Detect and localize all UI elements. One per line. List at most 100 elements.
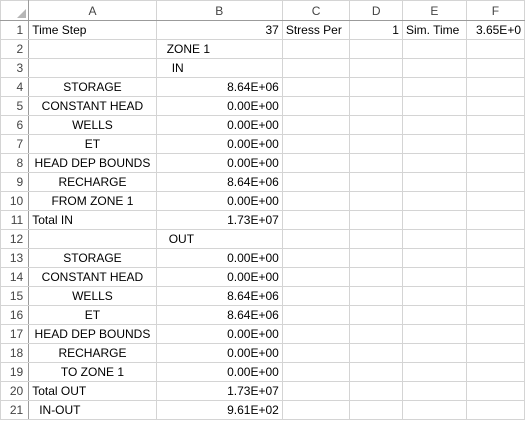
cell-e[interactable]: [401, 362, 467, 382]
cell-c[interactable]: [281, 400, 351, 420]
cell-a[interactable]: Time Step: [28, 20, 157, 40]
cell-b[interactable]: 0.00E+00: [155, 267, 283, 287]
cell-b[interactable]: 0.00E+00: [155, 248, 283, 268]
row-header[interactable]: 16: [0, 305, 30, 325]
row-header[interactable]: 14: [0, 267, 30, 287]
cell-e[interactable]: [401, 381, 467, 401]
cell-d[interactable]: [349, 96, 403, 116]
cell-b[interactable]: 8.64E+06: [155, 172, 283, 192]
cell-b[interactable]: 0.00E+00: [155, 134, 283, 154]
cell-c[interactable]: [281, 229, 351, 249]
cell-c[interactable]: [281, 172, 351, 192]
column-header-d[interactable]: D: [349, 0, 403, 21]
cell-b[interactable]: 8.64E+06: [155, 305, 283, 325]
cell-c[interactable]: [281, 39, 351, 59]
cell-b[interactable]: 0.00E+00: [155, 153, 283, 173]
cell-a[interactable]: HEAD DEP BOUNDS: [28, 153, 157, 173]
cell-c[interactable]: [281, 381, 351, 401]
cell-b[interactable]: 37: [155, 20, 283, 40]
cell-e[interactable]: [401, 324, 467, 344]
cell-a[interactable]: Total OUT: [28, 381, 157, 401]
cell-a[interactable]: WELLS: [28, 115, 157, 135]
cell-f[interactable]: [465, 115, 525, 135]
cell-e[interactable]: Sim. Time: [401, 20, 467, 40]
cell-d[interactable]: [349, 286, 403, 306]
row-header[interactable]: 12: [0, 229, 30, 249]
cell-c[interactable]: [281, 305, 351, 325]
cell-b[interactable]: 0.00E+00: [155, 96, 283, 116]
cell-f[interactable]: [465, 362, 525, 382]
cell-e[interactable]: [401, 134, 467, 154]
cell-e[interactable]: [401, 115, 467, 135]
cell-d[interactable]: 1: [349, 20, 403, 40]
cell-e[interactable]: [401, 248, 467, 268]
cell-e[interactable]: [401, 77, 467, 97]
cell-e[interactable]: [401, 210, 467, 230]
cell-f[interactable]: [465, 267, 525, 287]
cell-b[interactable]: 0.00E+00: [155, 191, 283, 211]
cell-d[interactable]: [349, 134, 403, 154]
cell-d[interactable]: [349, 400, 403, 420]
cell-c[interactable]: [281, 115, 351, 135]
cell-d[interactable]: [349, 39, 403, 59]
row-header[interactable]: 11: [0, 210, 30, 230]
cell-a[interactable]: TO ZONE 1: [28, 362, 157, 382]
cell-f[interactable]: [465, 210, 525, 230]
cell-b[interactable]: IN: [155, 58, 283, 78]
column-header-c[interactable]: C: [281, 0, 351, 21]
row-header[interactable]: 6: [0, 115, 30, 135]
row-header[interactable]: 20: [0, 381, 30, 401]
cell-f[interactable]: [465, 96, 525, 116]
cell-e[interactable]: [401, 229, 467, 249]
cell-b[interactable]: OUT: [155, 229, 283, 249]
select-all-corner[interactable]: [0, 0, 30, 21]
cell-c[interactable]: Stress Per: [281, 20, 351, 40]
cell-d[interactable]: [349, 362, 403, 382]
cell-a[interactable]: [28, 39, 157, 59]
cell-e[interactable]: [401, 305, 467, 325]
cell-c[interactable]: [281, 248, 351, 268]
cell-b[interactable]: 0.00E+00: [155, 324, 283, 344]
cell-f[interactable]: [465, 153, 525, 173]
cell-d[interactable]: [349, 172, 403, 192]
cell-c[interactable]: [281, 286, 351, 306]
cell-f[interactable]: 3.65E+0: [465, 20, 525, 40]
row-header[interactable]: 21: [0, 400, 30, 420]
cell-a[interactable]: CONSTANT HEAD: [28, 96, 157, 116]
cell-b[interactable]: ZONE 1: [155, 39, 283, 59]
cell-c[interactable]: [281, 343, 351, 363]
cell-d[interactable]: [349, 381, 403, 401]
cell-a[interactable]: ET: [28, 305, 157, 325]
row-header[interactable]: 2: [0, 39, 30, 59]
row-header[interactable]: 3: [0, 58, 30, 78]
cell-e[interactable]: [401, 400, 467, 420]
cell-e[interactable]: [401, 343, 467, 363]
cell-e[interactable]: [401, 172, 467, 192]
cell-b[interactable]: 1.73E+07: [155, 381, 283, 401]
cell-f[interactable]: [465, 58, 525, 78]
cell-a[interactable]: [28, 58, 157, 78]
cell-f[interactable]: [465, 248, 525, 268]
cell-c[interactable]: [281, 191, 351, 211]
cell-f[interactable]: [465, 134, 525, 154]
row-header[interactable]: 8: [0, 153, 30, 173]
cell-f[interactable]: [465, 39, 525, 59]
row-header[interactable]: 7: [0, 134, 30, 154]
cell-f[interactable]: [465, 191, 525, 211]
cell-f[interactable]: [465, 343, 525, 363]
cell-a[interactable]: RECHARGE: [28, 343, 157, 363]
cell-d[interactable]: [349, 58, 403, 78]
cell-c[interactable]: [281, 134, 351, 154]
cell-c[interactable]: [281, 153, 351, 173]
cell-e[interactable]: [401, 286, 467, 306]
cell-c[interactable]: [281, 210, 351, 230]
cell-b[interactable]: 0.00E+00: [155, 362, 283, 382]
cell-b[interactable]: 8.64E+06: [155, 77, 283, 97]
cell-a[interactable]: HEAD DEP BOUNDS: [28, 324, 157, 344]
cell-a[interactable]: STORAGE: [28, 248, 157, 268]
cell-f[interactable]: [465, 324, 525, 344]
cell-f[interactable]: [465, 229, 525, 249]
cell-a[interactable]: FROM ZONE 1: [28, 191, 157, 211]
row-header[interactable]: 13: [0, 248, 30, 268]
cell-e[interactable]: [401, 191, 467, 211]
